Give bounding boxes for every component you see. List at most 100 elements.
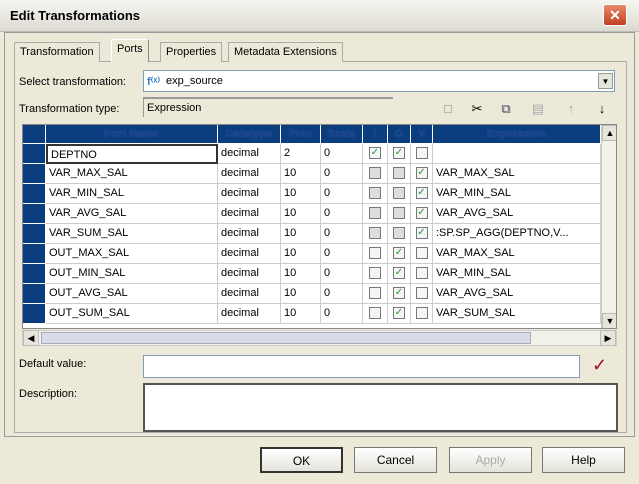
port-name-cell[interactable]: VAR_MIN_SAL <box>46 184 218 204</box>
scroll-right-icon[interactable]: ▶ <box>600 330 616 346</box>
datatype-cell[interactable]: decimal <box>218 304 281 324</box>
col-input[interactable]: I <box>363 125 388 144</box>
expression-cell[interactable]: VAR_AVG_SAL <box>433 204 601 224</box>
new-port-icon[interactable]: □ <box>440 101 456 117</box>
expression-cell[interactable] <box>433 144 601 164</box>
default-value-input[interactable] <box>143 355 580 378</box>
expression-cell[interactable]: VAR_SUM_SAL <box>433 304 601 324</box>
output-checkbox[interactable]: ✓ <box>393 287 405 300</box>
prec-cell[interactable]: 10 <box>281 204 321 224</box>
input-checkbox[interactable] <box>369 287 381 300</box>
table-row[interactable]: VAR_MIN_SAL decimal 10 0 ✓ VAR_MIN_SAL <box>23 184 601 204</box>
input-checkbox[interactable]: ✓ <box>369 147 381 160</box>
output-checkbox[interactable] <box>393 207 405 220</box>
table-row[interactable]: VAR_MAX_SAL decimal 10 0 ✓ VAR_MAX_SAL <box>23 164 601 184</box>
variable-checkbox[interactable] <box>415 267 428 280</box>
table-row[interactable]: DEPTNO decimal 2 0 ✓ ✓ <box>23 144 601 164</box>
expression-cell[interactable]: VAR_MIN_SAL <box>433 184 601 204</box>
port-name-cell[interactable]: OUT_MIN_SAL <box>46 264 218 284</box>
table-row[interactable]: OUT_AVG_SAL decimal 10 0 ✓ VAR_AVG_SAL <box>23 284 601 304</box>
chevron-down-icon[interactable]: ▼ <box>598 73 613 89</box>
variable-checkbox[interactable]: ✓ <box>415 227 428 240</box>
datatype-cell[interactable]: decimal <box>218 224 281 244</box>
prec-cell[interactable]: 10 <box>281 284 321 304</box>
output-checkbox[interactable]: ✓ <box>393 307 405 320</box>
paste-icon[interactable]: ▤ <box>530 101 546 117</box>
prec-cell[interactable]: 10 <box>281 184 321 204</box>
row-selector[interactable] <box>23 244 46 264</box>
variable-checkbox[interactable]: ✓ <box>415 167 428 180</box>
expression-cell[interactable]: VAR_MIN_SAL <box>433 264 601 284</box>
row-selector[interactable] <box>23 164 46 184</box>
scroll-thumb[interactable] <box>41 332 531 344</box>
col-scale[interactable]: Scale <box>321 125 363 144</box>
datatype-cell[interactable]: decimal <box>218 284 281 304</box>
input-checkbox[interactable] <box>369 247 381 260</box>
variable-checkbox[interactable] <box>415 287 428 300</box>
output-checkbox[interactable]: ✓ <box>393 147 405 160</box>
prec-cell[interactable]: 10 <box>281 244 321 264</box>
table-row[interactable]: OUT_MAX_SAL decimal 10 0 ✓ VAR_MAX_SAL <box>23 244 601 264</box>
port-name-cell[interactable]: VAR_MAX_SAL <box>46 164 218 184</box>
close-icon[interactable]: ✕ <box>603 4 627 26</box>
port-name-cell[interactable]: OUT_MAX_SAL <box>46 244 218 264</box>
prec-cell[interactable]: 10 <box>281 304 321 324</box>
expression-cell[interactable]: VAR_MAX_SAL <box>433 244 601 264</box>
grid-vertical-scrollbar[interactable]: ▲ ▼ <box>601 125 616 328</box>
col-prec[interactable]: Prec <box>281 125 321 144</box>
ok-button[interactable]: OK <box>260 447 343 473</box>
datatype-cell[interactable]: decimal <box>218 144 281 164</box>
move-up-icon[interactable]: ↑ <box>563 101 579 117</box>
input-checkbox[interactable] <box>369 227 381 240</box>
variable-checkbox[interactable] <box>415 307 428 320</box>
scroll-down-icon[interactable]: ▼ <box>602 313 616 328</box>
input-checkbox[interactable] <box>369 207 381 220</box>
scale-cell[interactable]: 0 <box>321 264 363 284</box>
validate-check-icon[interactable]: ✓ <box>592 355 607 376</box>
scale-cell[interactable]: 0 <box>321 284 363 304</box>
col-variable[interactable]: V <box>411 125 433 144</box>
table-row[interactable]: VAR_AVG_SAL decimal 10 0 ✓ VAR_AVG_SAL <box>23 204 601 224</box>
table-row[interactable]: VAR_SUM_SAL decimal 10 0 ✓ :SP.SP_AGG(DE… <box>23 224 601 244</box>
scale-cell[interactable]: 0 <box>321 164 363 184</box>
tab-transformation[interactable]: Transformation <box>14 42 100 62</box>
datatype-cell[interactable]: decimal <box>218 164 281 184</box>
prec-cell[interactable]: 2 <box>281 144 321 164</box>
row-selector[interactable] <box>23 144 46 164</box>
row-selector[interactable] <box>23 204 46 224</box>
scale-cell[interactable]: 0 <box>321 304 363 324</box>
output-checkbox[interactable] <box>393 187 405 200</box>
scale-cell[interactable]: 0 <box>321 204 363 224</box>
port-name-cell[interactable]: DEPTNO <box>46 144 218 164</box>
input-checkbox[interactable] <box>369 267 381 280</box>
row-selector[interactable] <box>23 284 46 304</box>
cut-icon[interactable]: ✂ <box>469 101 485 117</box>
tab-properties[interactable]: Properties <box>160 42 223 62</box>
expression-cell[interactable]: VAR_AVG_SAL <box>433 284 601 304</box>
move-down-icon[interactable]: ↓ <box>594 101 610 117</box>
port-name-cell[interactable]: VAR_SUM_SAL <box>46 224 218 244</box>
description-textarea[interactable] <box>143 383 618 432</box>
output-checkbox[interactable]: ✓ <box>393 267 405 280</box>
variable-checkbox[interactable] <box>415 147 428 160</box>
scroll-up-icon[interactable]: ▲ <box>602 125 616 141</box>
datatype-cell[interactable]: decimal <box>218 184 281 204</box>
scale-cell[interactable]: 0 <box>321 184 363 204</box>
col-output[interactable]: O <box>388 125 411 144</box>
row-selector[interactable] <box>23 304 46 324</box>
cancel-button[interactable]: Cancel <box>354 447 437 473</box>
grid-horizontal-scrollbar[interactable]: ◀ ▶ <box>22 330 617 346</box>
input-checkbox[interactable] <box>369 187 381 200</box>
prec-cell[interactable]: 10 <box>281 224 321 244</box>
variable-checkbox[interactable] <box>415 247 428 260</box>
datatype-cell[interactable]: decimal <box>218 204 281 224</box>
row-selector[interactable] <box>23 184 46 204</box>
table-row[interactable]: OUT_SUM_SAL decimal 10 0 ✓ VAR_SUM_SAL <box>23 304 601 324</box>
input-checkbox[interactable] <box>369 307 381 320</box>
tab-ports[interactable]: Ports <box>111 39 149 62</box>
row-selector[interactable] <box>23 264 46 284</box>
scale-cell[interactable]: 0 <box>321 224 363 244</box>
scroll-left-icon[interactable]: ◀ <box>23 330 39 346</box>
datatype-cell[interactable]: decimal <box>218 244 281 264</box>
copy-icon[interactable]: ⧉ <box>498 101 514 117</box>
